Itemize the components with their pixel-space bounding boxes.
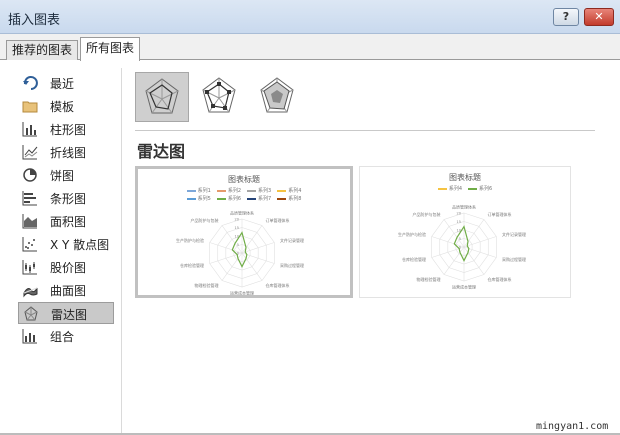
scatter-chart-icon [22, 237, 37, 252]
axis-label: 采购过程管理 [280, 262, 304, 268]
axis-label: 品质管理体系 [452, 204, 476, 210]
filled-radar-icon [260, 77, 294, 113]
axis-label: 产品防护与包装 [190, 217, 218, 223]
sidebar-item-label: X Y 散点图 [50, 238, 110, 252]
stock-chart-icon [22, 260, 37, 275]
help-button[interactable]: ? [553, 8, 579, 26]
subtype-radar-markers-button[interactable] [193, 72, 247, 122]
chart-type-heading: 雷达图 [137, 142, 186, 161]
watermark: mingyan1.com [536, 421, 609, 432]
radar-chart: 品质管理体系订单管理体系文件记录管理采购过程管理仓库管理体系运营成本管理 物理检验… [176, 210, 304, 296]
dialog-titlebar: 插入图表 ? ✕ [0, 0, 620, 34]
line-chart-icon [22, 145, 38, 160]
tab-bar: 推荐的图表 所有图表 [0, 34, 620, 61]
bar-chart-icon [22, 191, 37, 206]
sidebar-item-label: 最近 [50, 77, 75, 91]
section-divider [135, 130, 595, 131]
folder-icon [22, 101, 38, 113]
sidebar-item-line[interactable]: 折线图 [18, 141, 114, 163]
axis-label: 仓库管理体系 [488, 276, 512, 282]
axis-spoke [443, 246, 465, 275]
sidebar-item-stock[interactable]: 股价图 [18, 256, 114, 278]
sidebar-item-column[interactable]: 柱形图 [18, 118, 114, 140]
axis-label: 订单管理体系 [266, 217, 290, 223]
sidebar-item-pie[interactable]: 饼图 [18, 164, 114, 186]
pie-chart-icon [23, 168, 37, 182]
scale-label: 20 [457, 212, 461, 216]
sidebar-item-label: 模板 [50, 100, 75, 114]
axis-label: 生产防护与检验 [398, 231, 426, 237]
sidebar-item-surface[interactable]: 曲面图 [18, 279, 114, 301]
axis-label: 仓库检验管理 [180, 262, 204, 268]
axis-spoke [443, 219, 465, 248]
axis-label: 文件记录管理 [280, 237, 304, 243]
sidebar-item-label: 折线图 [50, 146, 87, 160]
axis-label: 产品防护与包装 [412, 211, 440, 217]
axis-label: 订单管理体系 [488, 211, 512, 217]
combo-chart-icon [22, 329, 37, 344]
chart-preview-1[interactable]: 图表标题 系列1 系列2 系列3 系列4 系列5 系列6 系列7 系列8 品质管理体系 订单管… [135, 166, 353, 298]
axis-label: 物理检验管理 [416, 276, 440, 282]
axis-label: 采购过程管理 [502, 256, 526, 262]
sidebar-item-templates[interactable]: 模板 [18, 95, 114, 117]
scale-label: 5 [459, 237, 461, 241]
sidebar-item-scatter[interactable]: X Y 散点图 [18, 233, 114, 255]
tab-recommended-charts[interactable]: 推荐的图表 [6, 40, 79, 60]
area-chart-icon [22, 214, 37, 229]
axis-spoke [463, 219, 485, 248]
axis-label: 物理检验管理 [194, 282, 218, 288]
radar-with-markers-icon [202, 77, 236, 113]
scale-label: 5 [237, 243, 239, 247]
axis-spoke [241, 252, 263, 281]
sidebar-item-recent[interactable]: 最近 [18, 72, 114, 94]
axis-label: 品质管理体系 [230, 210, 254, 216]
sidebar-item-label: 柱形图 [50, 123, 87, 137]
column-chart-icon [22, 122, 37, 137]
axis-label: 运营成本管理 [230, 290, 254, 296]
radar-chart: 品质管理体系订单管理体系文件记录管理采购过程管理仓库管理体系运营成本管理 物理检验… [398, 204, 526, 290]
chart-main-panel: 雷达图 图表标题 系列1 系列2 系列3 系列4 系列5 系列6 系列7 系列8 品质管理体… [123, 68, 613, 435]
axis-label: 仓库检验管理 [402, 256, 426, 262]
dialog-title: 插入图表 [8, 13, 61, 28]
axis-label: 生产防护与检验 [176, 237, 204, 243]
axis-spoke [221, 252, 243, 281]
recent-icon [23, 76, 38, 90]
axis-label: 运营成本管理 [452, 284, 476, 290]
sidebar-item-label: 曲面图 [50, 284, 87, 298]
scale-label: 20 [235, 218, 239, 222]
radar-chart-icon [24, 306, 38, 321]
scale-label: 15 [235, 226, 239, 230]
sidebar-item-label: 条形图 [50, 192, 87, 206]
sidebar-item-bar[interactable]: 条形图 [18, 187, 114, 209]
sidebar-item-label: 股价图 [50, 261, 87, 275]
sidebar-item-label: 饼图 [50, 169, 75, 183]
subtype-filled-radar-button[interactable] [251, 72, 305, 122]
sidebar-item-label: 面积图 [50, 215, 87, 229]
axis-spoke [221, 225, 243, 254]
axis-spoke [463, 246, 485, 275]
surface-chart-icon [23, 287, 38, 298]
chart-type-sidebar: 最近 模板 柱形图 折线图 饼图 条形图 面积图 X Y 散点图 股价图 曲面图… [10, 68, 122, 435]
sidebar-item-label: 雷达图 [51, 308, 88, 322]
axis-spoke [241, 225, 263, 254]
radar-icon [145, 78, 179, 114]
scale-label: 15 [457, 220, 461, 224]
close-button[interactable]: ✕ [584, 8, 614, 26]
sidebar-item-area[interactable]: 面积图 [18, 210, 114, 232]
axis-label: 仓库管理体系 [266, 282, 290, 288]
sidebar-item-radar[interactable]: 雷达图 [18, 302, 114, 324]
tab-all-charts[interactable]: 所有图表 [80, 37, 141, 61]
axis-label: 文件记录管理 [502, 231, 526, 237]
chart-preview-2[interactable]: 图表标题 系列4 系列6 品质管理体系 订单管理体系 文件记录管理 采购过程管理 仓库管理… [359, 166, 571, 298]
subtype-radar-button[interactable] [135, 72, 189, 122]
sidebar-item-label: 组合 [50, 330, 75, 344]
sidebar-item-combo[interactable]: 组合 [18, 325, 114, 347]
